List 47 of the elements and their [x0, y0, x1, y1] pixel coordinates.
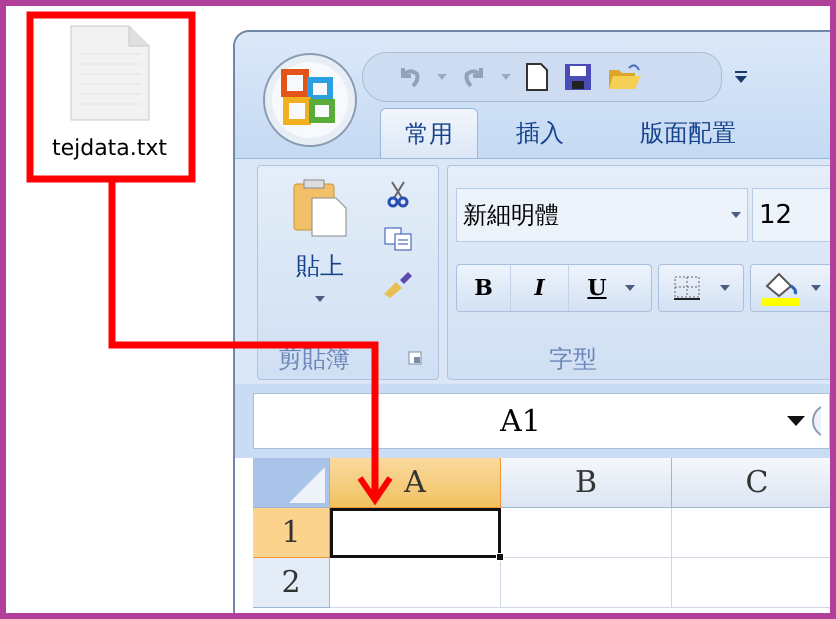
paste-label[interactable]: 貼上	[296, 254, 344, 278]
caret-icon	[720, 285, 730, 291]
ribbon-tab[interactable]: 常用	[380, 108, 478, 158]
column-header[interactable]: C	[672, 458, 830, 508]
select-all-corner[interactable]	[253, 458, 330, 508]
paintbrush-icon[interactable]	[382, 270, 414, 298]
font-name-dropdown[interactable]: 新細明體	[456, 188, 748, 242]
ribbon-tab[interactable]: 插入	[478, 108, 602, 158]
row-header[interactable]: 1	[253, 508, 330, 558]
caret-icon	[501, 74, 511, 80]
row-header[interactable]: 2	[253, 558, 330, 608]
fill-color-button[interactable]	[750, 264, 830, 312]
caret-icon	[315, 296, 325, 302]
new-document-icon[interactable]	[525, 62, 549, 92]
font-size-field[interactable]: 12	[752, 188, 830, 242]
name-box[interactable]: A1	[253, 393, 830, 449]
caret-icon	[437, 74, 447, 80]
triangle-icon	[289, 467, 325, 503]
save-icon[interactable]	[563, 62, 593, 92]
circle-button-icon[interactable]	[811, 403, 821, 439]
borders-icon	[672, 275, 700, 301]
grid-cell[interactable]	[330, 558, 501, 608]
scissors-icon[interactable]	[386, 180, 410, 208]
italic-button[interactable]: I	[511, 265, 569, 311]
caret-icon	[625, 285, 635, 291]
caret-icon	[811, 285, 821, 291]
fill-handle[interactable]	[496, 553, 504, 561]
customize-toolbar-icon[interactable]	[734, 70, 748, 84]
bold-button[interactable]: B	[457, 265, 511, 311]
borders-button[interactable]	[658, 264, 744, 312]
caret-icon[interactable]	[787, 416, 805, 426]
ribbon-tab[interactable]: 版面配置	[602, 108, 774, 158]
dialog-launcher-icon[interactable]	[408, 351, 422, 365]
grid-cell[interactable]	[501, 508, 672, 558]
open-folder-icon[interactable]	[607, 62, 643, 92]
group-title: 剪貼簿	[278, 347, 350, 371]
caret-icon	[731, 212, 741, 218]
file-name[interactable]: tejdata.txt	[52, 138, 168, 160]
column-header[interactable]: A	[330, 458, 501, 508]
column-header[interactable]: B	[501, 458, 672, 508]
active-cell[interactable]	[330, 508, 501, 558]
office-logo-button[interactable]	[262, 52, 358, 148]
paint-bucket-icon	[761, 270, 801, 306]
group-title: 字型	[549, 347, 597, 371]
underline-button[interactable]: U	[569, 265, 625, 311]
grid-cell[interactable]	[501, 558, 672, 608]
copy-icon[interactable]	[383, 226, 413, 252]
